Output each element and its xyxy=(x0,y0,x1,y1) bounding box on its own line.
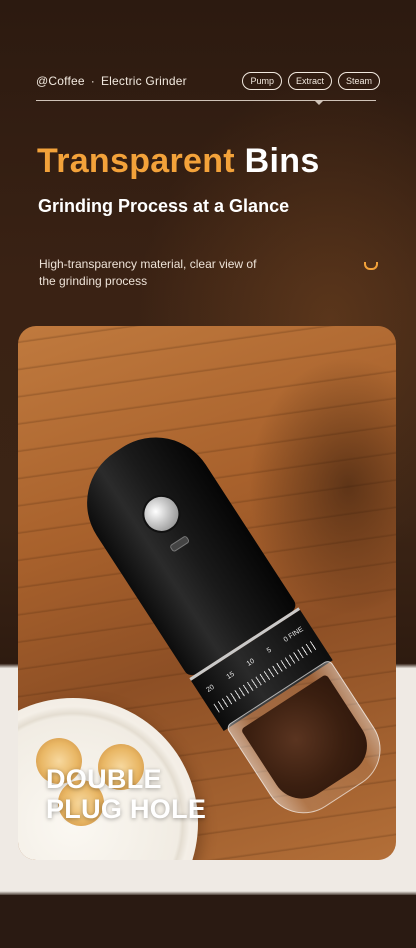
caption-line-2: PLUG HOLE xyxy=(46,794,207,824)
header-divider xyxy=(36,100,376,101)
scale-label: 10 xyxy=(245,657,256,668)
scale-label: 0 FINE xyxy=(282,626,305,644)
subtitle-last: ce xyxy=(269,196,289,216)
caption-line-1: DOUBLE xyxy=(46,764,162,794)
header-row: @Coffee · Electric Grinder Pump Extract St… xyxy=(36,70,380,92)
title-accent: Transparent xyxy=(37,142,235,180)
scale-label: 20 xyxy=(205,683,216,694)
photo-caption: DOUBLE PLUG HOLE xyxy=(46,764,206,824)
brand-separator: · xyxy=(90,74,95,88)
brand-handle: @Coffee xyxy=(36,74,85,88)
product-name: Electric Grinder xyxy=(100,74,187,88)
scale-label: 5 xyxy=(265,646,273,655)
product-page: @Coffee · Electric Grinder Pump Extract St… xyxy=(0,0,416,948)
decorative-curve-icon xyxy=(364,262,378,270)
power-button-icon xyxy=(135,487,188,541)
tag-steam[interactable]: Steam xyxy=(337,72,380,90)
scale-label: 15 xyxy=(225,670,236,681)
bottom-strip xyxy=(0,895,416,948)
brand-line: @Coffee · Electric Grinder xyxy=(36,74,187,88)
title-rest: Bins xyxy=(244,142,320,180)
divider-notch-icon xyxy=(314,100,324,105)
page-subtitle: Grinding Process at a Glance xyxy=(38,196,289,217)
page-title: Transparent Bins xyxy=(37,142,320,181)
tag-pump[interactable]: Pump xyxy=(242,72,282,90)
subtitle-last-text: ce xyxy=(269,196,290,216)
usb-port-icon xyxy=(169,535,191,553)
feature-tags: Pump Extract Steam xyxy=(242,72,380,90)
tag-extract[interactable]: Extract xyxy=(287,72,332,90)
description: High-transparency material, clear view o… xyxy=(39,257,257,288)
product-photo: 20 15 10 5 0 FINE DOUBLE PLUG HOLE xyxy=(18,326,396,860)
subtitle-main: Grinding Process at a Glan xyxy=(38,196,270,216)
